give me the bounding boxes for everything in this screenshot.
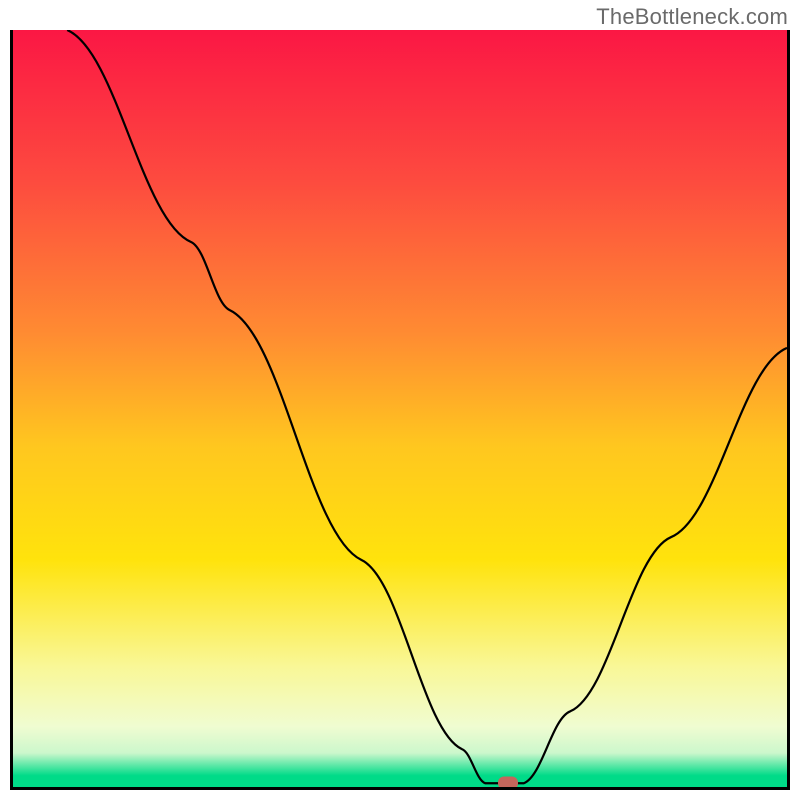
chart-plot-area — [10, 30, 790, 790]
attribution-text: TheBottleneck.com — [596, 4, 788, 30]
chart-background-gradient — [13, 30, 787, 787]
optimal-point-marker — [498, 777, 518, 790]
